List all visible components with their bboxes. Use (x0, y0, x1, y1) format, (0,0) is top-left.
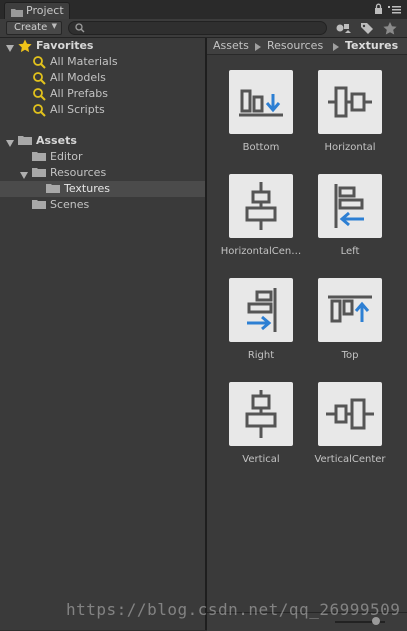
folder-icon (32, 166, 46, 181)
breadcrumb-separator-icon (255, 41, 261, 54)
asset-top[interactable]: Top (306, 278, 396, 378)
tab-title: Project (26, 4, 64, 17)
toolbar: Create ▼ (0, 19, 407, 38)
watermark: https://blog.csdn.net/qq_26999509 (66, 600, 401, 619)
assets-label: Assets (36, 134, 77, 147)
create-dropdown-button[interactable]: Create ▼ (6, 21, 62, 35)
favorite-star-icon[interactable] (381, 21, 399, 35)
asset-name: Vertical (242, 454, 280, 465)
asset-bottom[interactable]: Bottom (217, 70, 307, 170)
tab-options (373, 3, 403, 18)
asset-vertical-center[interactable]: VerticalCenter (306, 382, 396, 482)
asset-name: Top (341, 350, 359, 361)
search-by-type-icon[interactable] (334, 21, 352, 35)
lock-icon[interactable] (375, 3, 382, 14)
tab-bar: Project (0, 0, 407, 20)
folder-tree: Favorites All Materials All Models All P… (0, 38, 205, 630)
asset-left[interactable]: Left (306, 174, 396, 274)
chevron-down-icon: ▼ (51, 22, 57, 30)
breadcrumb-textures[interactable]: Textures (345, 39, 398, 52)
tree-item-editor[interactable]: Editor (0, 149, 205, 165)
favorite-item-label: All Scripts (50, 103, 105, 116)
tree-item-all-materials[interactable]: All Materials (0, 54, 205, 70)
tree-item-all-models[interactable]: All Models (0, 70, 205, 86)
align-top-icon (318, 278, 382, 342)
folder-icon (32, 198, 46, 213)
folder-icon (18, 134, 32, 149)
folder-label: Scenes (50, 198, 90, 211)
breadcrumb-separator-icon (333, 41, 339, 54)
asset-vertical[interactable]: Vertical (217, 382, 307, 482)
tree-item-textures[interactable]: Textures (0, 181, 205, 197)
folder-label: Resources (50, 166, 107, 179)
favorite-item-label: All Materials (50, 55, 118, 68)
folder-icon (46, 182, 60, 197)
search-icon (75, 23, 85, 36)
folder-icon (32, 150, 46, 165)
asset-right[interactable]: Right (217, 278, 307, 378)
asset-horizontal[interactable]: Horizontal (306, 70, 396, 170)
tree-item-assets[interactable]: Assets (0, 133, 205, 149)
tree-item-scenes[interactable]: Scenes (0, 197, 205, 213)
breadcrumb: Assets Resources Textures (207, 38, 407, 55)
search-filter-icon (32, 103, 46, 120)
tree-item-all-scripts[interactable]: All Scripts (0, 102, 205, 118)
search-input[interactable] (89, 22, 319, 34)
asset-grid-panel: Assets Resources Textures Bottom Horizon… (207, 38, 407, 630)
asset-name: Bottom (242, 142, 280, 153)
search-field[interactable] (68, 21, 327, 35)
asset-name: HorizontalCen… (220, 246, 302, 257)
favorite-item-label: All Models (50, 71, 106, 84)
tree-item-favorites[interactable]: Favorites (0, 38, 205, 54)
favorites-label: Favorites (36, 39, 94, 52)
asset-name: Left (340, 246, 360, 257)
align-bottom-icon (229, 70, 293, 134)
project-window: Project Create ▼ Favorites All Materials… (0, 0, 407, 631)
asset-name: Horizontal (324, 142, 376, 153)
align-vertical-center-icon (318, 382, 382, 446)
asset-name: VerticalCenter (314, 454, 386, 465)
align-horizontal-icon (318, 70, 382, 134)
asset-name: Right (247, 350, 275, 361)
tree-item-resources[interactable]: Resources (0, 165, 205, 181)
tree-item-all-prefabs[interactable]: All Prefabs (0, 86, 205, 102)
favorite-item-label: All Prefabs (50, 87, 108, 100)
folder-label: Textures (64, 182, 110, 195)
align-horizontal-center-icon (229, 174, 293, 238)
folder-label: Editor (50, 150, 83, 163)
asset-horizontal-center[interactable]: HorizontalCen… (217, 174, 307, 274)
tab-project[interactable]: Project (4, 2, 70, 19)
label-tag-icon[interactable] (358, 21, 376, 35)
align-right-icon (229, 278, 293, 342)
breadcrumb-resources[interactable]: Resources (267, 39, 323, 52)
align-left-icon (318, 174, 382, 238)
align-vertical-icon (229, 382, 293, 446)
menu-icon[interactable] (388, 6, 401, 14)
create-label: Create (14, 22, 48, 33)
breadcrumb-assets[interactable]: Assets (213, 39, 249, 52)
